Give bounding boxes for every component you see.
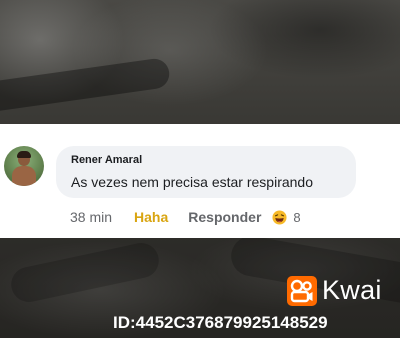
comment-time: 38 min <box>70 209 113 225</box>
laughing-emoji-icon[interactable] <box>272 209 287 225</box>
kwai-logo-icon <box>287 276 317 306</box>
background-shape <box>8 239 162 306</box>
kwai-brand: Kwai <box>322 275 382 305</box>
reply-button[interactable]: Responder <box>188 209 261 225</box>
comment-card: Rener Amaral As vezes nem precisa estar … <box>0 124 400 238</box>
avatar[interactable] <box>4 146 44 186</box>
comment-text: As vezes nem precisa estar respirando <box>71 174 313 190</box>
comment-actions: 38 min Haha Responder 8 <box>70 208 301 226</box>
reaction-count[interactable]: 8 <box>293 210 300 225</box>
comment-author[interactable]: Rener Amaral <box>71 154 142 166</box>
background-shape <box>0 56 172 114</box>
haha-reaction-button[interactable]: Haha <box>134 209 168 225</box>
comment-bubble[interactable]: Rener Amaral As vezes nem precisa estar … <box>56 146 356 198</box>
video-id: ID:4452C37687992514852​9 <box>113 313 328 332</box>
